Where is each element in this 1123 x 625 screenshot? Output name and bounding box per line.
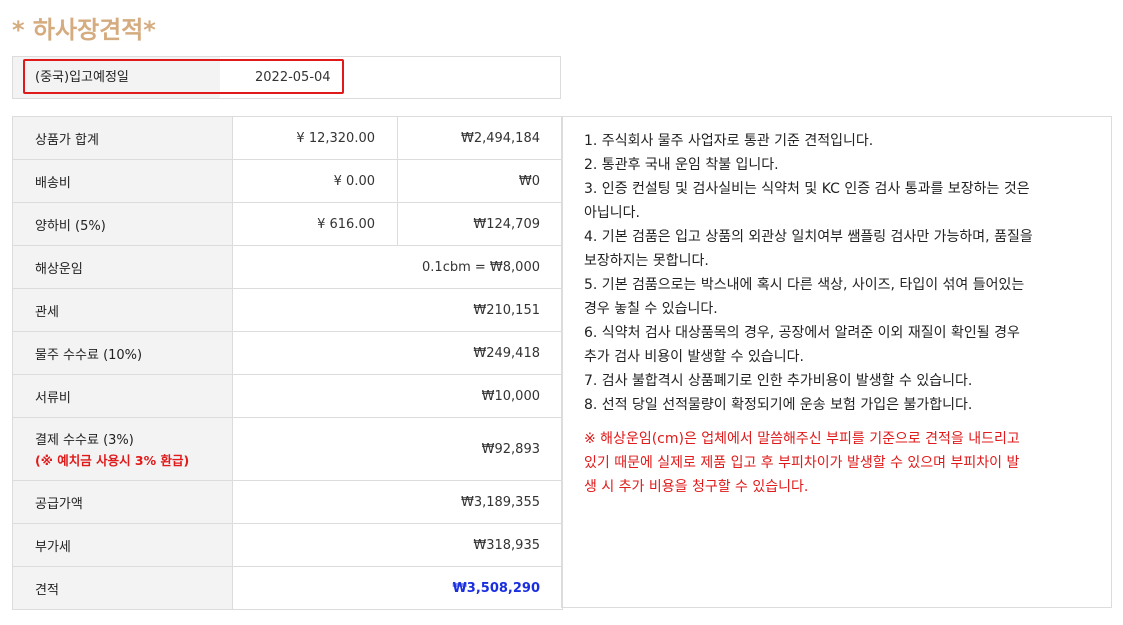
cny-value: ¥ 616.00 — [232, 202, 398, 246]
krw-value: ₩124,709 — [397, 202, 563, 246]
row-value: 0.1cbm = ₩8,000 — [232, 245, 563, 289]
note-line: 4. 기본 검품은 입고 상품의 외관상 일치여부 쌤플링 검사만 가능하며, … — [584, 229, 1033, 245]
table-row: 해상운임 0.1cbm = ₩8,000 — [12, 245, 563, 289]
note-line: 7. 검사 불합격시 상품폐기로 인한 추가비용이 발생할 수 있습니다. — [584, 373, 973, 389]
row-label: 부가세 — [12, 523, 233, 567]
table-row: 상품가 합계 ¥ 12,320.00 ₩2,494,184 — [12, 116, 563, 160]
arrival-date-highlight — [23, 59, 344, 94]
notes-panel: 1. 주식회사 물주 사업자로 통관 기준 견적입니다. 2. 통관후 국내 운… — [561, 116, 1112, 608]
cny-value: ¥ 0.00 — [232, 159, 398, 203]
row-value: ₩318,935 — [232, 523, 563, 567]
table-row: 부가세 ₩318,935 — [12, 523, 563, 567]
krw-value: ₩0 — [397, 159, 563, 203]
table-row: 공급가액 ₩3,189,355 — [12, 480, 563, 524]
row-label: 상품가 합계 — [12, 116, 233, 160]
note-line: 3. 인증 컨설팅 및 검사실비는 식약처 및 KC 인증 검사 통과를 보장하… — [584, 181, 1030, 197]
row-value: ₩92,893 — [232, 417, 563, 481]
table-row: 물주 수수료 (10%) ₩249,418 — [12, 331, 563, 375]
note-line: 보장하지는 못합니다. — [584, 253, 709, 269]
freight-warning: ※ 해상운임(cm)은 업체에서 말씀해주신 부피를 기준으로 견적을 내드리고… — [584, 427, 1111, 499]
table-row: 견적 ₩3,508,290 — [12, 566, 563, 610]
note-line: 5. 기본 검품으로는 박스내에 혹시 다른 색상, 사이즈, 타입이 섞여 들… — [584, 277, 1025, 293]
row-label: 양하비 (5%) — [12, 202, 233, 246]
warning-line: ※ 해상운임(cm)은 업체에서 말씀해주신 부피를 기준으로 견적을 내드리고 — [584, 431, 1020, 447]
table-row: 관세 ₩210,151 — [12, 288, 563, 332]
row-value: ₩249,418 — [232, 331, 563, 375]
row-label: 관세 — [12, 288, 233, 332]
krw-value: ₩2,494,184 — [397, 116, 563, 160]
row-label: 배송비 — [12, 159, 233, 203]
table-row: 결제 수수료 (3%) (※ 예치금 사용시 3% 환급) ₩92,893 — [12, 417, 563, 481]
note-line: 아닙니다. — [584, 205, 640, 221]
row-value: ₩210,151 — [232, 288, 563, 332]
row-label: 견적 — [12, 566, 233, 610]
cny-value: ¥ 12,320.00 — [232, 116, 398, 160]
total-value: ₩3,508,290 — [452, 580, 540, 596]
table-row: 양하비 (5%) ¥ 616.00 ₩124,709 — [12, 202, 563, 246]
refund-note: (※ 예치금 사용시 3% 환급) — [35, 453, 190, 468]
total-cell: ₩3,508,290 — [232, 566, 563, 610]
row-label: 물주 수수료 (10%) — [12, 331, 233, 375]
row-label: 결제 수수료 (3%) — [35, 433, 134, 448]
row-value: ₩10,000 — [232, 374, 563, 418]
row-value: ₩3,189,355 — [232, 480, 563, 524]
warning-line: 있기 때문에 실제로 제품 입고 후 부피차이가 발생할 수 있으며 부피차이 … — [584, 455, 1020, 471]
row-label: 서류비 — [12, 374, 233, 418]
warning-line: 생 시 추가 비용을 청구할 수 있습니다. — [584, 479, 809, 495]
note-line: 추가 검사 비용이 발생할 수 있습니다. — [584, 349, 804, 365]
cost-table: 상품가 합계 ¥ 12,320.00 ₩2,494,184 배송비 ¥ 0.00… — [12, 116, 563, 610]
note-line: 2. 통관후 국내 운임 착불 입니다. — [584, 157, 779, 173]
row-label-cell: 결제 수수료 (3%) (※ 예치금 사용시 3% 환급) — [12, 417, 233, 481]
note-line: 6. 식약처 검사 대상품목의 경우, 공장에서 알려준 이외 재질이 확인될 … — [584, 325, 1020, 341]
note-line: 경우 놓칠 수 있습니다. — [584, 301, 718, 317]
note-line: 1. 주식회사 물주 사업자로 통관 기준 견적입니다. — [584, 133, 874, 149]
table-row: 서류비 ₩10,000 — [12, 374, 563, 418]
page-title: * 하사장견적* — [12, 16, 156, 44]
table-row: 배송비 ¥ 0.00 ₩0 — [12, 159, 563, 203]
note-line: 8. 선적 당일 선적물량이 확정되기에 운송 보험 가입은 불가합니다. — [584, 397, 973, 413]
row-label: 해상운임 — [12, 245, 233, 289]
row-label: 공급가액 — [12, 480, 233, 524]
